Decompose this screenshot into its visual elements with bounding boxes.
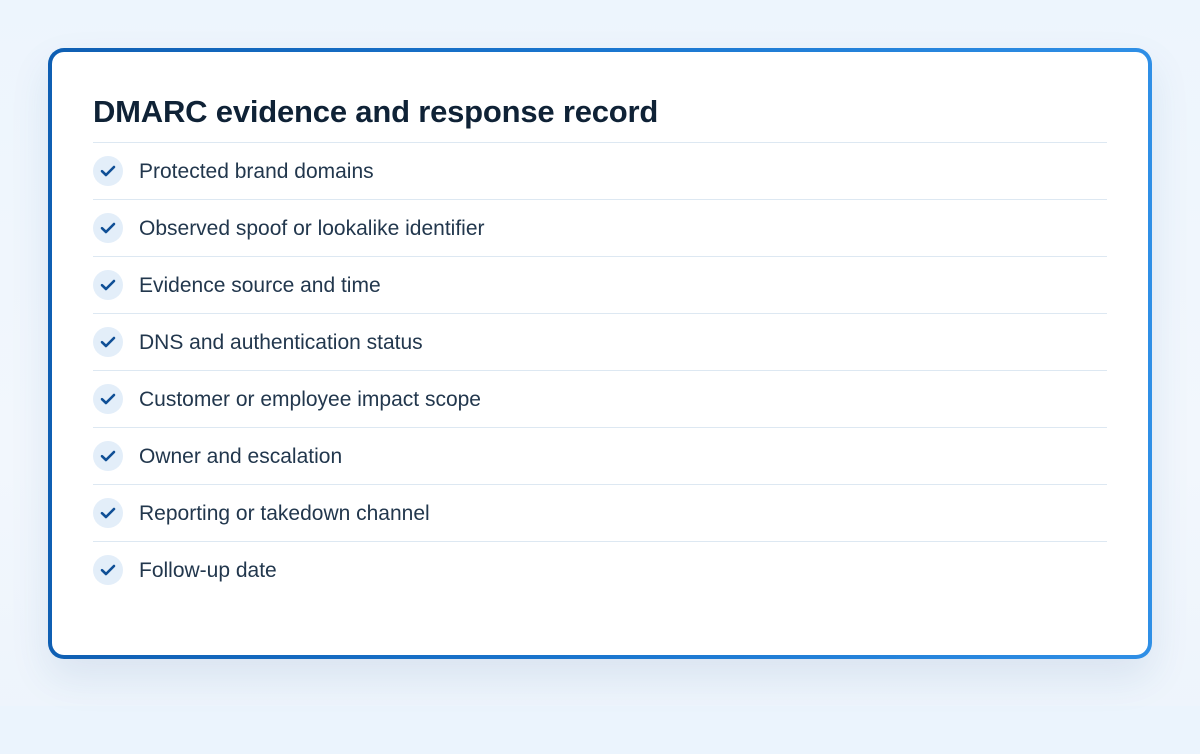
checklist: Protected brand domains Observed spoof o… <box>93 142 1107 598</box>
checklist-item-label: Protected brand domains <box>139 159 374 183</box>
checklist-item-owner-escalation: Owner and escalation <box>93 428 1107 485</box>
checklist-item-label: Customer or employee impact scope <box>139 387 481 411</box>
check-icon <box>93 384 123 414</box>
checklist-item-label: Follow-up date <box>139 558 277 582</box>
checklist-item-reporting-channel: Reporting or takedown channel <box>93 485 1107 542</box>
checklist-item-label: Owner and escalation <box>139 444 343 468</box>
card-title: DMARC evidence and response record <box>93 94 659 129</box>
check-icon <box>93 213 123 243</box>
check-icon <box>93 555 123 585</box>
checklist-item-label: Observed spoof or lookalike identifier <box>139 216 485 240</box>
page-footer-band <box>0 706 1200 754</box>
checklist-item-evidence-source: Evidence source and time <box>93 257 1107 314</box>
checklist-item-impact-scope: Customer or employee impact scope <box>93 371 1107 428</box>
check-icon <box>93 498 123 528</box>
check-icon <box>93 441 123 471</box>
checklist-item-label: Evidence source and time <box>139 273 381 297</box>
checklist-item-protected-brand-domains: Protected brand domains <box>93 143 1107 200</box>
checklist-item-label: DNS and authentication status <box>139 330 423 354</box>
checklist-item-dns-status: DNS and authentication status <box>93 314 1107 371</box>
check-icon <box>93 156 123 186</box>
check-icon <box>93 327 123 357</box>
checklist-item-follow-up-date: Follow-up date <box>93 542 1107 598</box>
checklist-item-label: Reporting or takedown channel <box>139 501 430 525</box>
record-card: DMARC evidence and response record Prote… <box>52 52 1148 655</box>
record-card-frame: DMARC evidence and response record Prote… <box>48 48 1152 659</box>
check-icon <box>93 270 123 300</box>
checklist-item-spoof-identifier: Observed spoof or lookalike identifier <box>93 200 1107 257</box>
